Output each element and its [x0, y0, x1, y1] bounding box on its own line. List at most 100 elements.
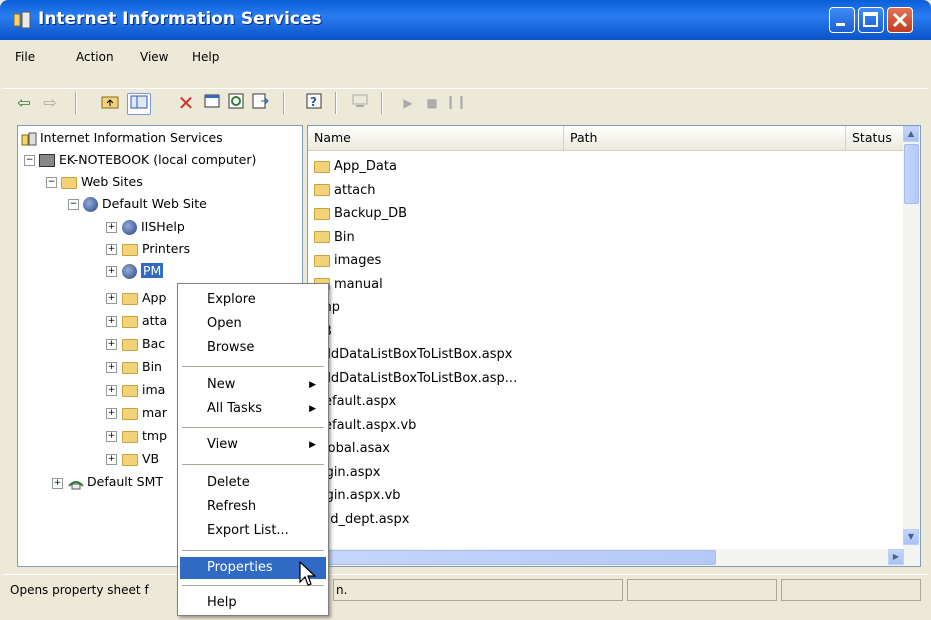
- column-status[interactable]: Status: [846, 126, 904, 150]
- horizontal-scrollbar[interactable]: ▶: [308, 549, 904, 566]
- expand-icon[interactable]: +: [106, 362, 117, 373]
- menu-item-new[interactable]: New ▶: [180, 374, 326, 396]
- tree-node-folder[interactable]: Bin: [122, 358, 162, 376]
- expand-icon[interactable]: +: [52, 478, 63, 489]
- tree-node-printers[interactable]: Printers: [122, 240, 190, 258]
- status-pane: [627, 579, 777, 601]
- tree-node-iishelp[interactable]: IISHelp: [122, 218, 185, 236]
- expand-icon[interactable]: +: [106, 408, 117, 419]
- scroll-right-icon[interactable]: ▶: [888, 549, 904, 565]
- web-app-icon: [122, 220, 137, 235]
- tree-root[interactable]: Internet Information Services: [21, 129, 223, 147]
- list-item[interactable]: AddDataListBoxToListBox.aspx: [314, 344, 513, 366]
- details-pane[interactable]: Name Path Status App_Dataattach Backup_DB…: [307, 125, 921, 567]
- menu-item-delete[interactable]: Delete: [180, 472, 326, 494]
- folder-icon: [122, 453, 138, 466]
- menu-item-all-tasks[interactable]: All Tasks ▶: [180, 398, 326, 420]
- list-item-name: App_Data: [334, 159, 397, 174]
- tree-node-folder[interactable]: atta: [122, 312, 167, 330]
- scroll-up-icon[interactable]: ▲: [903, 126, 919, 142]
- tree-folder-label: App: [142, 290, 167, 305]
- expand-icon[interactable]: +: [106, 222, 117, 233]
- column-path[interactable]: Path: [564, 126, 846, 150]
- close-icon: [892, 12, 908, 28]
- help-icon[interactable]: ?: [303, 93, 325, 113]
- tree-folder-label: Bac: [142, 336, 166, 351]
- scroll-down-icon[interactable]: ▼: [903, 529, 919, 545]
- menu-item-export-list[interactable]: Export List...: [180, 520, 326, 542]
- list-item[interactable]: App_Data: [314, 156, 397, 178]
- column-name[interactable]: Name: [308, 126, 564, 150]
- tree-node-folder[interactable]: Bac: [122, 335, 165, 353]
- menu-item-view[interactable]: View ▶: [180, 434, 326, 456]
- tree-node-folder[interactable]: mar: [122, 404, 167, 422]
- tree-node-computer[interactable]: EK-NOTEBOOK (local computer): [39, 151, 256, 169]
- menu-view[interactable]: View: [140, 50, 168, 64]
- menu-item-browse[interactable]: Browse: [180, 337, 326, 359]
- computer-icon[interactable]: [349, 93, 371, 113]
- list-item[interactable]: attach: [314, 180, 376, 202]
- vertical-scrollbar[interactable]: ▲ ▼: [903, 126, 920, 566]
- status-pane-text: n.: [336, 583, 348, 597]
- expand-icon[interactable]: +: [106, 293, 117, 304]
- up-folder-icon[interactable]: [99, 93, 121, 113]
- status-bar: Opens property sheet f n.: [3, 574, 928, 605]
- collapse-icon[interactable]: −: [46, 177, 57, 188]
- list-item[interactable]: Bin: [314, 227, 355, 249]
- tree-node-folder[interactable]: VB: [122, 450, 159, 468]
- play-icon[interactable]: ▶: [397, 93, 419, 113]
- expand-icon[interactable]: +: [106, 266, 117, 277]
- menu-item-refresh[interactable]: Refresh: [180, 496, 326, 518]
- folder-icon: [122, 315, 138, 328]
- tree-node-smtp[interactable]: Default SMT: [68, 473, 163, 491]
- mouse-pointer-icon: [299, 561, 317, 586]
- close-button[interactable]: [887, 7, 913, 33]
- tree-node-web-sites[interactable]: Web Sites: [61, 173, 143, 191]
- hscroll-thumb[interactable]: [328, 550, 716, 565]
- collapse-icon[interactable]: −: [24, 155, 35, 166]
- tree-node-default-web-site[interactable]: Default Web Site: [83, 195, 207, 213]
- folder-icon: [314, 254, 330, 267]
- back-icon[interactable]: ⇦: [13, 93, 35, 113]
- menu-item-open[interactable]: Open: [180, 313, 326, 335]
- properties-icon[interactable]: [201, 93, 223, 113]
- expand-icon[interactable]: +: [106, 454, 117, 465]
- status-pane: n.: [333, 579, 623, 601]
- menu-file[interactable]: File: [15, 50, 35, 64]
- tree-node-folder[interactable]: App: [122, 289, 166, 307]
- stop-icon[interactable]: ■: [421, 93, 443, 113]
- maximize-button[interactable]: [858, 7, 884, 33]
- expand-icon[interactable]: +: [106, 385, 117, 396]
- status-text: Opens property sheet f: [10, 583, 149, 597]
- list-item[interactable]: Backup_DB: [314, 203, 407, 225]
- scroll-thumb[interactable]: [904, 144, 919, 204]
- tree-node-folder[interactable]: tmp: [122, 427, 167, 445]
- expand-icon[interactable]: +: [106, 431, 117, 442]
- pause-icon[interactable]: ❙❙: [445, 93, 467, 113]
- list-item[interactable]: images: [314, 250, 381, 272]
- list-item[interactable]: Default.aspx.vb: [314, 415, 416, 437]
- delete-icon[interactable]: ✕: [175, 93, 197, 113]
- minimize-button[interactable]: [829, 7, 855, 33]
- collapse-icon[interactable]: −: [68, 199, 79, 210]
- folder-icon: [122, 292, 138, 305]
- menu-action[interactable]: Action: [76, 50, 114, 64]
- expand-icon[interactable]: +: [106, 244, 117, 255]
- expand-icon[interactable]: +: [106, 339, 117, 350]
- folder-icon: [314, 207, 330, 220]
- tree-node-pm[interactable]: PM: [122, 262, 164, 280]
- menu-item-help[interactable]: Help: [180, 592, 326, 614]
- folder-icon: [122, 430, 138, 443]
- refresh-icon[interactable]: [225, 93, 247, 113]
- tree-node-folder[interactable]: ima: [122, 381, 165, 399]
- export-icon[interactable]: [249, 93, 271, 113]
- title-bar[interactable]: Internet Information Services: [0, 0, 931, 40]
- menu-help[interactable]: Help: [192, 50, 219, 64]
- submenu-arrow-icon: ▶: [309, 440, 316, 450]
- forward-icon[interactable]: ⇨: [39, 93, 61, 113]
- menu-item-explore[interactable]: Explore: [180, 289, 326, 311]
- list-item[interactable]: AddDataListBoxToListBox.asp...: [314, 368, 517, 390]
- expand-icon[interactable]: +: [106, 316, 117, 327]
- iis-window: Internet Information Services File Actio…: [0, 0, 931, 620]
- show-tree-icon[interactable]: [127, 93, 151, 115]
